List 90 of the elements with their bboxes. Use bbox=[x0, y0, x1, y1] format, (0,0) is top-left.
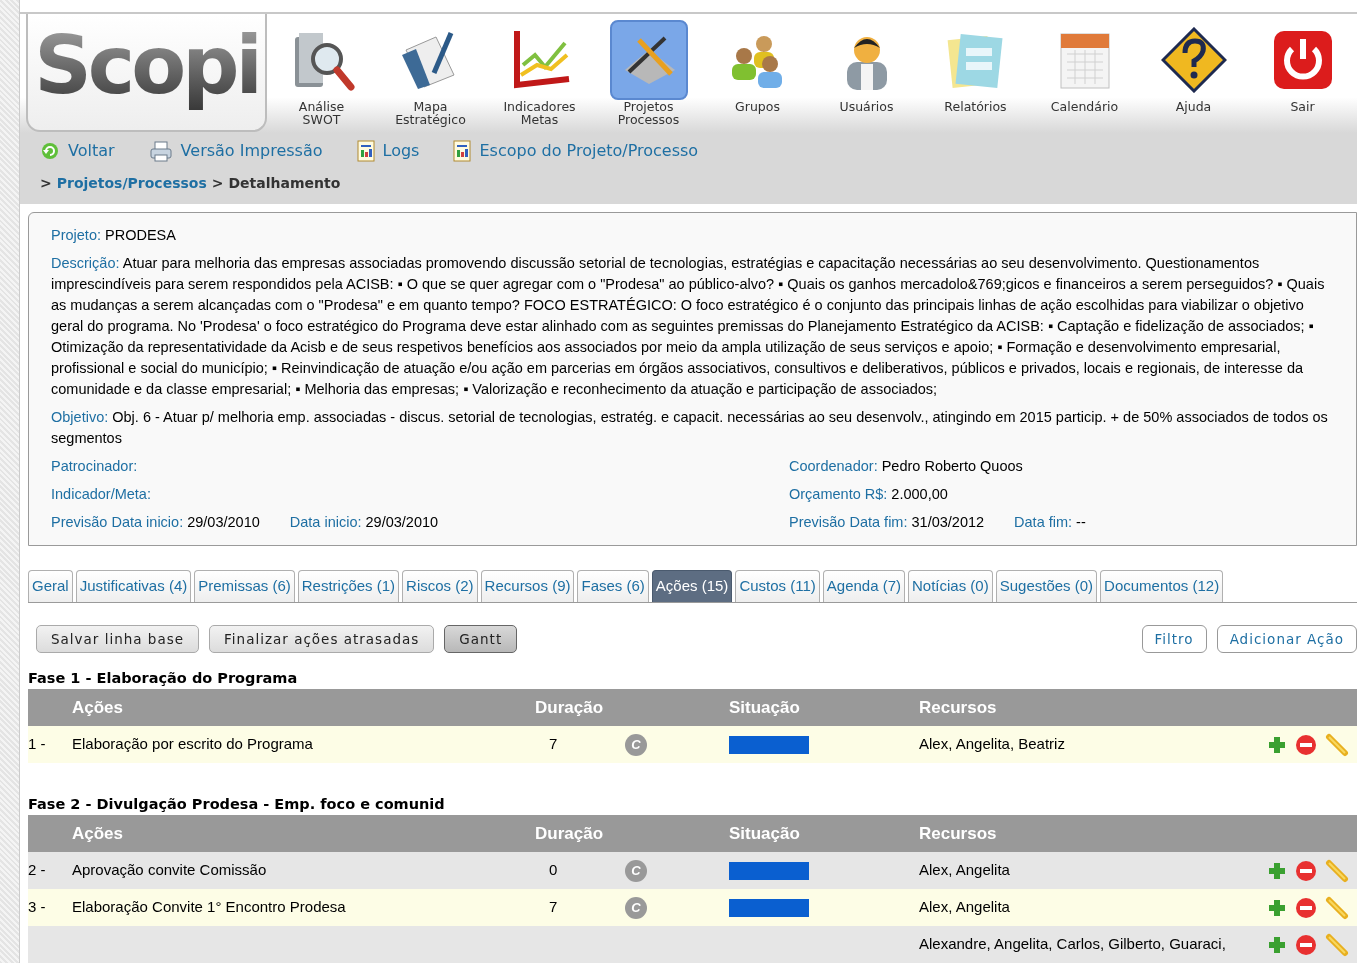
column-header: Situação bbox=[729, 696, 801, 719]
duration-value: 7 bbox=[548, 734, 559, 755]
column-header: Duração bbox=[535, 696, 605, 719]
status-badge: C bbox=[625, 896, 647, 919]
tab[interactable]: Premissas (6) bbox=[194, 570, 295, 602]
date-field: Previsão Data fim: 31/03/2012 bbox=[789, 512, 985, 533]
row-number: 2 - bbox=[28, 860, 47, 881]
field-value: Coordenador: Pedro Roberto Quoos bbox=[789, 457, 1024, 476]
column-header: Duração bbox=[535, 822, 605, 845]
tab[interactable]: Justificativas (4) bbox=[75, 570, 192, 602]
breadcrumb-separator: > bbox=[211, 174, 224, 193]
nav-link[interactable]: Voltar bbox=[40, 139, 115, 163]
toolbar-button[interactable]: Mapa Estratégico bbox=[376, 14, 485, 133]
date-field: Data fim: -- bbox=[1014, 512, 1086, 533]
add-icon bbox=[1267, 897, 1287, 918]
column-header: Recursos bbox=[919, 822, 998, 845]
add-icon bbox=[1267, 734, 1287, 755]
field-label: Patrocinador: bbox=[51, 457, 139, 476]
duration-value: 0 bbox=[548, 860, 559, 881]
action-name: Elaboração Convite 1° Encontro Prodesa bbox=[72, 897, 347, 918]
pencil-icon bbox=[1325, 895, 1349, 920]
action-button[interactable]: Filtro bbox=[1141, 625, 1207, 653]
report-document-icon bbox=[453, 140, 472, 162]
column-header: Ações bbox=[72, 696, 125, 719]
resources-text: Alex, Angelita bbox=[919, 860, 1011, 881]
breadcrumb-link[interactable]: Projetos/Processos bbox=[56, 173, 207, 194]
date-field: Data inicio: 29/03/2010 bbox=[289, 512, 439, 533]
toolbar-button[interactable]: Análise SWOT bbox=[267, 14, 376, 133]
remove-icon bbox=[1295, 933, 1317, 956]
tab[interactable]: Notícias (0) bbox=[908, 570, 993, 602]
nav-link[interactable]: Logs bbox=[356, 139, 420, 163]
row-number: 3 - bbox=[28, 897, 47, 918]
tab[interactable]: Sugestões (0) bbox=[995, 570, 1098, 602]
remove-icon bbox=[1295, 733, 1317, 756]
power-icon bbox=[1271, 29, 1334, 91]
pencil-icon bbox=[1325, 932, 1349, 957]
add-icon bbox=[1267, 934, 1287, 955]
project-objective: Objetivo: Obj. 6 - Atuar p/ melhoria emp. associadas - discus. setorial de tecnologias, estratég. e capacit. necessárias ao seu desenvolv., atingindo em 2015 particip. + de 50% associados de todos os segmentos bbox=[51, 408, 1329, 448]
date-field: Previsão Data inicio: 29/03/2010 bbox=[51, 512, 260, 533]
tab[interactable]: Fases (6) bbox=[577, 570, 649, 602]
pencil-icon bbox=[1325, 732, 1349, 757]
action-button[interactable]: Salvar linha base bbox=[36, 625, 200, 653]
action-button[interactable]: Gantt bbox=[444, 625, 518, 653]
pencil-icon bbox=[1325, 858, 1349, 883]
breadcrumb-current: Detalhamento bbox=[228, 174, 341, 193]
resources-text: Alex, Angelita bbox=[919, 897, 1011, 918]
field-label: Indicador/Meta: bbox=[51, 485, 152, 504]
resources-text: Alex, Angelita, Beatriz bbox=[919, 734, 1066, 755]
breadcrumb-separator: > bbox=[40, 174, 52, 193]
column-header: Recursos bbox=[919, 696, 998, 719]
toolbar-button[interactable]: Usuários bbox=[812, 14, 921, 133]
tab[interactable]: Recursos (9) bbox=[480, 570, 575, 602]
remove-icon bbox=[1295, 896, 1317, 919]
printer-icon bbox=[148, 140, 173, 162]
field-value: Orçamento R$: 2.000,00 bbox=[789, 485, 949, 504]
toolbar-button[interactable]: Grupos bbox=[703, 14, 812, 133]
nav-link[interactable]: Escopo do Projeto/Processo bbox=[453, 139, 699, 163]
action-name: Aprovação convite Comissão bbox=[72, 860, 268, 881]
tab[interactable]: Documentos (12) bbox=[1100, 570, 1224, 602]
action-name: Elaboração por escrito do Programa bbox=[72, 734, 314, 755]
tab[interactable]: Custos (11) bbox=[735, 570, 820, 602]
tab[interactable]: Ações (15) bbox=[651, 570, 733, 602]
toolbar-button[interactable]: Relatórios bbox=[921, 14, 1030, 133]
project-description: Descrição: Atuar para melhoria das empresas associadas promovendo discussão setorial de tecnologias, estratégias e capacitação necessárias ao seu desenvolvimento. Questionamentos imprescindíveis para serem respondidos pela ACISB: ▪ O que se quer agregar com o "Prodesa" ao público-alvo? ▪ Quais os ganhos mercadolo&769;gicos e financeiros a serem perseguidos? ▪ Quais as mudanças a serem alcançadas com o "Prodesa" e em quanto tempo? FOCO ESTRATÉGICO: O foco estratégico é o conjunto das principais linhas de ação escolhidas para viabilizar o objetivo geral do programa. No 'Prodesa' o foco estratégico do Programa deve estar alinhado com as seguintes premissas do Planejamento Estratégico da ACISB: ▪ Captação e fidelização de associados; ▪ Otimização da representatividade da Acisb e de seus respetivos benefícios aos associados por meio da ampla utilização de seus serviços e apoio; ▪ Formação e desenvolvimento empresarial, profissional e social do município; ▪ Reinvindicação de atuação e/ou ação em parcerias em órgãos associativos, consultivos e deliberativos, públicos e privados, locais e regionais, de interesse da comunidade e da classe empresarial; ▪ Melhoria das empresas; ▪ Valorização e reconhecimento da atuação e participação de associados; bbox=[51, 254, 1326, 399]
column-header: Situação bbox=[729, 822, 801, 845]
action-button[interactable]: Adicionar Ação bbox=[1216, 625, 1357, 653]
remove-icon bbox=[1295, 859, 1317, 882]
status-badge: C bbox=[625, 733, 647, 756]
question-sign-icon bbox=[1160, 27, 1227, 93]
phase-title: Fase 2 - Divulgação Prodesa - Emp. foco e comunid bbox=[28, 795, 446, 814]
toolbar-button[interactable]: Indicadores Metas bbox=[485, 14, 594, 133]
tab[interactable]: Agenda (7) bbox=[822, 570, 905, 602]
status-badge: C bbox=[625, 859, 647, 882]
duration-value: 7 bbox=[548, 897, 559, 918]
action-button[interactable]: Finalizar ações atrasadas bbox=[209, 625, 435, 653]
add-icon bbox=[1267, 860, 1287, 881]
toolbar-button[interactable]: Ajuda bbox=[1139, 14, 1248, 133]
resources-text: Alexandre, Angelita, Carlos, Gilberto, Guaraci, bbox=[919, 934, 1227, 955]
row-number: 1 - bbox=[28, 734, 47, 755]
phase-title: Fase 1 - Elaboração do Programa bbox=[28, 669, 299, 688]
column-header: Ações bbox=[72, 822, 125, 845]
tab[interactable]: Geral bbox=[28, 570, 73, 602]
toolbar-button[interactable]: Sair bbox=[1248, 14, 1357, 133]
toolbar-button[interactable]: Calendário bbox=[1030, 14, 1139, 133]
report-document-icon bbox=[356, 140, 375, 162]
project-name: Projeto: PRODESA bbox=[51, 226, 177, 245]
toolbar-button[interactable]: Projetos Processos bbox=[594, 14, 703, 133]
tab[interactable]: Riscos (2) bbox=[402, 570, 478, 602]
tab[interactable]: Restrições (1) bbox=[297, 570, 400, 602]
nav-link[interactable]: Versão Impressão bbox=[148, 139, 323, 163]
